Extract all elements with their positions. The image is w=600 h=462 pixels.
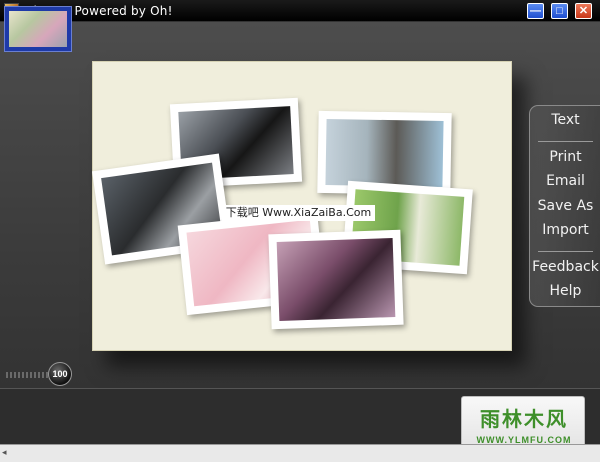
photo-6[interactable] [268,229,404,330]
page-thumbnail[interactable] [4,6,72,52]
scroll-left-icon[interactable]: ◂ [2,447,12,457]
zoom-slider-track[interactable] [6,372,50,378]
menu-email[interactable]: Email [530,173,600,189]
photo-image [325,118,444,188]
menu-import[interactable]: Import [530,222,600,238]
logo-text: 雨林木风 [480,407,568,431]
watermark-text: 下载吧 Www.XiaZaiBa.Com [222,205,375,221]
menu-feedback[interactable]: Feedback [530,259,600,275]
thumbnail-image [9,11,67,47]
menu-help[interactable]: Help [530,283,600,299]
photo-image [276,237,396,322]
menu-save-as[interactable]: Save As [530,198,600,214]
menu-print[interactable]: Print [530,149,600,165]
side-menu: Text Print Email Save As Import Feedback… [529,105,600,307]
maximize-button[interactable]: □ [551,3,568,19]
minimize-button[interactable]: — [527,3,544,19]
close-button[interactable]: ✕ [575,3,592,19]
menu-text[interactable]: Text [530,112,600,128]
horizontal-scrollbar[interactable] [0,444,600,462]
menu-divider [538,251,593,252]
zoom-knob[interactable]: 100 [48,362,72,386]
title-bar[interactable]: Ript™ - Powered by Oh! — □ ✕ [0,0,600,22]
menu-divider [538,141,593,142]
